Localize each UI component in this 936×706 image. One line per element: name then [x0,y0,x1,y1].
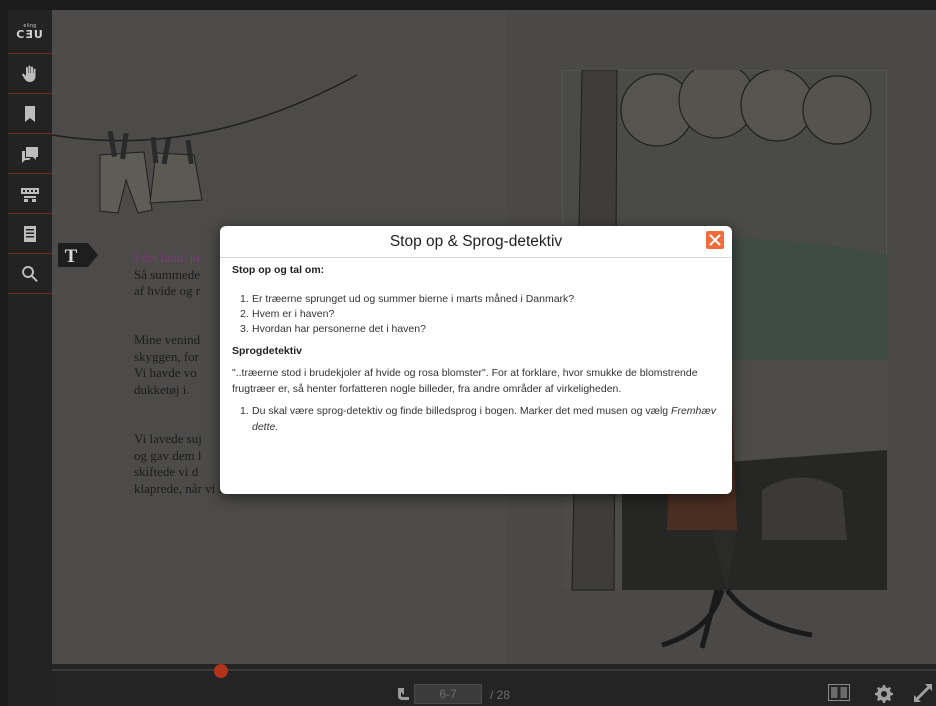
stop-op-dialog: Stop op & Sprog-detektiv Stop op og tal … [220,226,732,494]
text-marker-badge[interactable]: T [58,243,98,267]
story-line: Mine venind [134,332,201,347]
dialog-divider [220,257,732,258]
page-scrubber-handle[interactable] [214,664,228,678]
sidebar-search-button[interactable] [8,254,52,294]
quote-paragraph: "..træerne stod i brudekjoler af hvide o… [232,367,698,395]
dialog-title: Stop op & Sprog-detektiv [389,233,563,250]
list-item: 3. Hvordan har personerne det i haven? [240,323,426,335]
hand-icon [22,65,36,82]
bottom-toolbar: 6-7 / 28 [52,664,936,706]
keyboard-icon [21,187,39,202]
story-line: Vi havde vo [134,365,197,380]
bookmark-icon [25,105,35,122]
sidebar-contents-button[interactable] [8,214,52,254]
clothesline-illustration [52,74,358,214]
fullscreen-icon[interactable] [912,682,934,704]
list-item: 2. Hvem er i haven? [240,308,335,320]
section-heading-stop-op: Stop op og tal om: [232,264,325,276]
sidebar-keyboard-button[interactable] [8,174,52,214]
app-logo[interactable]: eling CƎU [8,10,52,54]
two-page-layout-icon[interactable] [828,684,850,701]
gear-icon[interactable] [872,682,894,704]
list-item: 1. Du skal være sprog-detektiv og finde b… [240,405,716,433]
question-list: 1. Er træerne sprunget ud og summer biern… [232,292,724,337]
task-list: 1. Du skal være sprog-detektiv og finde b… [232,403,724,435]
story-paragraph-2[interactable]: Mine venind skyggen, for Vi havde vo duk… [134,332,200,398]
chat-icon [22,146,38,163]
section-heading-sprogdetektiv: Sprogdetektiv [232,345,303,357]
sidebar-hand-button[interactable] [8,54,52,94]
contents-list-icon [24,225,36,242]
story-paragraph-1[interactable]: I det land, jo Så summede af hvide og r [134,250,200,300]
page-scrubber-track[interactable] [52,669,936,671]
close-icon [709,234,721,246]
list-item: 1. Er træerne sprunget ud og summer biern… [240,293,575,305]
story-line: af hvide og r [134,283,201,298]
story-line: Så summede [134,266,201,282]
story-line: dukketøj i. [134,381,190,397]
page-total: / 28 [490,688,511,702]
badge-letter: T [65,246,78,267]
logo-bottom-text: CƎU [16,27,44,41]
sidebar-notes-button[interactable] [8,134,52,174]
dialog-body: Stop op og tal om: 1. Er træerne sprunget… [232,262,724,435]
sidebar: eling CƎU [8,10,52,706]
search-icon [22,265,38,282]
back-arrow-icon[interactable] [395,686,411,702]
story-line: skyggen, for [134,348,199,364]
dialog-close-button[interactable] [706,231,724,249]
sidebar-bookmark-button[interactable] [8,94,52,134]
text-badge-shape: T [58,243,98,267]
page-number-input[interactable]: 6-7 [414,684,482,704]
story-line: I det land, jo [134,250,200,265]
